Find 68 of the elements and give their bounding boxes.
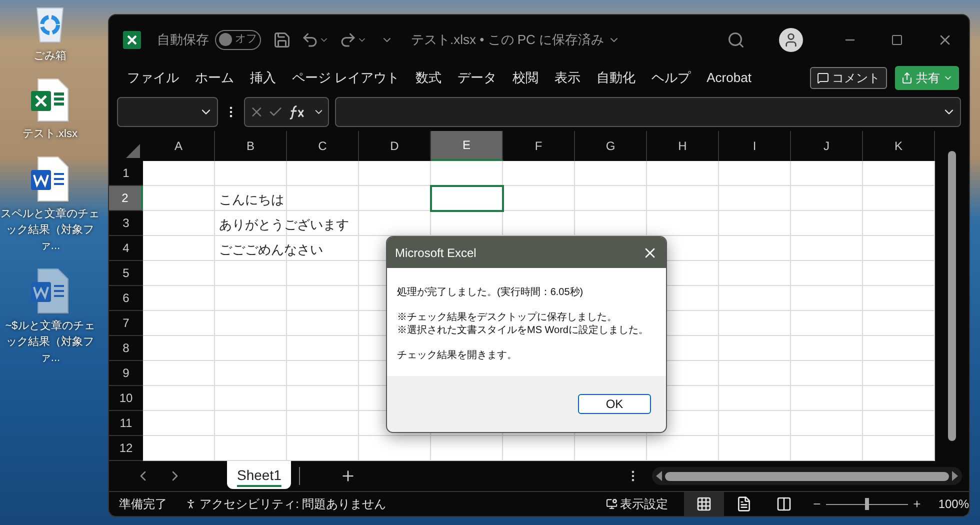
display-settings-icon[interactable]	[606, 497, 618, 511]
spreadsheet-file-icon	[30, 78, 70, 122]
horizontal-scrollbar[interactable]	[652, 467, 962, 486]
zoom-level[interactable]: 100%	[938, 495, 969, 513]
search-icon[interactable]	[727, 30, 745, 49]
ribbon-tab[interactable]: ヘルプ	[644, 68, 699, 88]
active-cell[interactable]	[430, 185, 504, 212]
ribbon-tab[interactable]: 挿入	[242, 68, 284, 88]
column-header[interactable]: H	[647, 131, 719, 162]
ribbon-tab[interactable]: ホーム	[187, 68, 242, 88]
redo-icon[interactable]	[339, 30, 357, 49]
grid-icon	[696, 496, 712, 512]
page-icon	[736, 496, 752, 512]
ribbon-tab[interactable]: 校閲	[504, 68, 547, 88]
ribbon-tab[interactable]: 数式	[408, 68, 450, 88]
comment-button[interactable]: コメント	[810, 67, 887, 90]
desktop-icon-label[interactable]: スペルと文章のチェック結果（対象ファ...	[0, 206, 100, 254]
zoom-in-icon[interactable]	[912, 498, 922, 510]
column-header[interactable]: E	[431, 131, 503, 162]
formula-input[interactable]	[335, 96, 961, 127]
save-icon[interactable]	[273, 30, 291, 49]
status-ready: 準備完了	[119, 496, 167, 513]
column-header[interactable]: G	[575, 131, 647, 162]
document-file-icon	[30, 268, 70, 314]
comment-icon	[817, 72, 829, 84]
autosave-toggle[interactable]: オフ	[215, 30, 261, 50]
dialog-message: チェック結果を開きます。	[397, 349, 518, 362]
column-header[interactable]: D	[359, 131, 431, 162]
maximize-icon[interactable]	[891, 34, 903, 46]
cell-text: ごごごめんなさい	[219, 241, 323, 260]
column-header[interactable]: C	[287, 131, 359, 162]
document-file-icon	[30, 156, 70, 202]
account-avatar[interactable]	[779, 28, 803, 52]
spreadsheet-app-icon	[123, 30, 141, 49]
ok-button[interactable]: OK	[578, 394, 651, 414]
cell-text: ありがとうございます	[219, 216, 349, 234]
share-icon	[901, 72, 913, 84]
dialog-message: ※選択された文書スタイルをMS Wordに設定しました。	[397, 324, 650, 337]
ribbon-tab[interactable]: 表示	[546, 68, 589, 88]
cell-text: こんにちは	[219, 191, 284, 210]
zoom-slider-thumb[interactable]	[865, 498, 870, 510]
file-title[interactable]: テスト.xlsx • この PC に保存済み	[411, 30, 604, 50]
desktop-icon-label[interactable]: ~$ルと文章のチェック結果（対象ファ...	[0, 318, 100, 366]
accessibility-status[interactable]: アクセシビリティ: 問題ありません	[200, 495, 386, 513]
dialog-title: Microsoft Excel	[395, 244, 476, 262]
accessibility-icon[interactable]	[185, 497, 197, 511]
undo-icon[interactable]	[301, 30, 319, 49]
column-header[interactable]: B	[215, 131, 287, 162]
display-settings[interactable]: 表示設定	[620, 495, 668, 513]
column-header[interactable]: K	[863, 131, 935, 162]
column-header[interactable]: J	[791, 131, 863, 162]
ribbon-tab[interactable]: ファイル	[119, 68, 187, 88]
page-split-icon	[776, 496, 792, 512]
ribbon-tab[interactable]: データ	[450, 68, 505, 88]
share-button[interactable]: 共有	[895, 66, 959, 90]
column-header[interactable]: A	[143, 131, 215, 162]
ribbon-tab[interactable]: Acrobat	[698, 68, 760, 88]
dialog-message: ※チェック結果をデスクトップに保存しました。	[397, 311, 618, 324]
column-header[interactable]: I	[719, 131, 791, 162]
autosave-label: 自動保存	[157, 30, 209, 49]
dialog-message: 処理が完了しました。(実行時間：6.05秒)	[397, 286, 584, 299]
ribbon-tab[interactable]: 自動化	[588, 68, 644, 88]
view-button[interactable]	[684, 492, 724, 516]
ribbon-tab[interactable]: ページ レイアウト	[284, 68, 408, 88]
zoom-slider[interactable]	[826, 498, 908, 510]
sheet-tab[interactable]: Sheet1	[227, 461, 292, 490]
row-header[interactable]: 2	[109, 186, 143, 212]
column-header[interactable]: F	[503, 131, 575, 162]
